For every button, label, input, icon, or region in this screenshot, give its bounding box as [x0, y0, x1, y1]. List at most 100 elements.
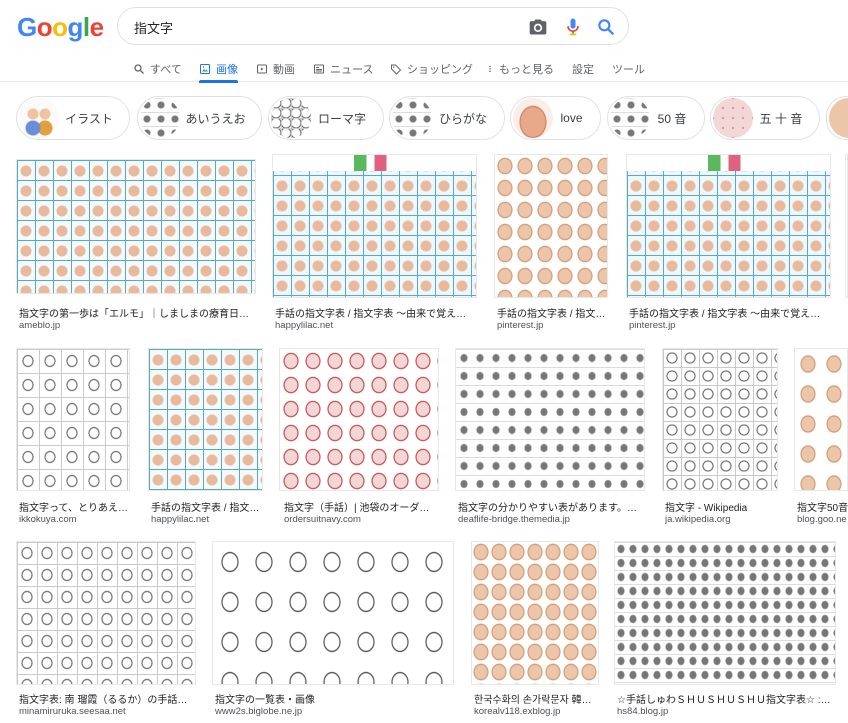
tab-all[interactable]: すべて: [133, 57, 182, 81]
result-thumbnail: [16, 348, 130, 491]
result-site: deaflife-bridge.themedia.jp: [458, 514, 570, 525]
chip-thumbnail: [829, 98, 848, 138]
result-site: pinterest.jp: [629, 320, 676, 331]
chip-next[interactable]: [826, 96, 848, 140]
chip-thumbnail: [140, 98, 180, 138]
result-site: ikkokuya.com: [19, 514, 77, 525]
result-title: 手話の指文字表 / 指文…: [151, 503, 260, 514]
image-result[interactable]: 指文字50音 blog.goo.ne: [794, 348, 848, 526]
chip-label: ローマ字: [317, 111, 366, 126]
logo-letter: o: [36, 12, 53, 42]
chip-50on[interactable]: 50 音: [607, 96, 705, 140]
result-title: 手話の指文字表 / 指文…: [497, 309, 606, 320]
chip-thumbnail: [513, 98, 553, 138]
camera-icon[interactable]: [528, 17, 548, 37]
result-title: 手話の指文字表 / 指文字表 〜由来で覚え…: [629, 309, 821, 320]
chip-thumbnail: [713, 98, 753, 138]
result-title: 한국수화의 손가락문자 韓国…: [474, 695, 598, 706]
result-title: 指文字って、とりあえ…: [19, 503, 128, 514]
chip-aiueo[interactable]: あいうえお: [137, 96, 262, 140]
result-site: ordersuitnavy.com: [284, 514, 361, 525]
result-site: blog.goo.ne: [797, 514, 847, 525]
image-result[interactable]: 手話の指文字表 / 指文字表 〜由来で覚え… happylilac.net: [272, 154, 477, 331]
result-thumbnail: [626, 154, 831, 298]
image-result[interactable]: 手話の指文字表 / 指文字表 〜由来で覚え… pinterest.jp: [626, 154, 831, 331]
tab-tools[interactable]: ツール: [612, 57, 645, 81]
result-title: 手話の指文字表 / 指文字表 〜由来で覚え…: [275, 309, 467, 320]
chip-gojuon[interactable]: 五 十 音: [710, 96, 820, 140]
image-result[interactable]: ☆手話しゅわＳＨＵＳＨＵＳＨＵ指文字表☆ :… hs84.blog.jp: [614, 541, 836, 721]
search-icon[interactable]: [596, 17, 616, 37]
search-tabs: すべて 画像 動画 ニュース ショッピング もっと見る 設定 ツール: [0, 52, 848, 83]
tab-label: ニュース: [330, 64, 374, 76]
chip-label: love: [560, 111, 583, 125]
tab-label: 動画: [273, 64, 295, 76]
result-thumbnail: [272, 154, 477, 298]
chip-illustration[interactable]: イラスト: [16, 96, 130, 140]
tab-settings[interactable]: 設定: [572, 57, 594, 81]
image-result[interactable]: 手話の指文字表 / 指文… happylilac.net: [148, 348, 263, 526]
chip-label: 50 音: [657, 111, 687, 126]
result-thumbnail: [279, 348, 439, 491]
logo-letter: l: [82, 12, 90, 42]
tab-news[interactable]: ニュース: [313, 57, 373, 81]
chip-label: 五 十 音: [759, 111, 803, 126]
tab-label: もっと見る: [499, 64, 554, 76]
result-thumbnail: [494, 154, 608, 298]
chip-label: ひらがな: [438, 111, 487, 126]
result-site: ameblo.jp: [19, 320, 61, 331]
chip-label: あいうえお: [185, 111, 246, 126]
image-icon: [200, 64, 210, 74]
tab-videos[interactable]: 動画: [256, 57, 295, 81]
result-thumbnail: [471, 541, 599, 685]
result-title: ☆手話しゅわＳＨＵＳＨＵＳＨＵ指文字表☆ :…: [617, 695, 831, 706]
search-input[interactable]: 指文字: [134, 18, 173, 37]
tab-label: 画像: [216, 64, 238, 76]
logo-letter: g: [67, 12, 84, 42]
image-result[interactable]: 手話の指文字表 / 指文… pinterest.jp: [494, 154, 608, 331]
tab-more[interactable]: もっと見る: [486, 57, 554, 81]
google-logo[interactable]: Google: [17, 12, 104, 43]
image-result[interactable]: 指文字の一覧表・画像 www2s.biglobe.ne.jp: [212, 541, 454, 721]
chip-thumbnail: [610, 98, 650, 138]
logo-letter: o: [52, 12, 68, 42]
mic-icon[interactable]: [563, 17, 583, 37]
result-site: pinterest.jp: [497, 320, 544, 331]
tab-label: すべて: [150, 64, 182, 76]
result-thumbnail: [16, 541, 196, 685]
search-box[interactable]: 指文字: [117, 7, 629, 45]
result-title: 指文字の一覧表・画像: [215, 695, 315, 706]
result-site: happylilac.net: [151, 514, 210, 525]
chip-love[interactable]: love: [510, 96, 601, 140]
result-thumbnail: [662, 348, 778, 491]
tag-icon: [391, 64, 402, 75]
tab-images[interactable]: 画像: [199, 57, 238, 83]
image-result[interactable]: 指文字って、とりあえ… ikkokuya.com: [16, 348, 130, 526]
result-title: 指文字（手話）| 池袋のオーダ…: [284, 503, 430, 514]
logo-letter: G: [17, 12, 37, 42]
result-thumbnail: [614, 541, 836, 685]
image-result[interactable]: 指文字表: 南 瑠霞（るるか）の手話… minamiruruka.seesaa.…: [16, 541, 196, 721]
result-site: korealv118.exblog.jp: [474, 706, 561, 717]
result-title: 指文字表: 南 瑠霞（るるか）の手話…: [19, 695, 188, 706]
result-title: 指文字の第一歩は「エルモ」｜しましまの療育日…: [19, 309, 249, 320]
chip-thumbnail: [19, 98, 59, 138]
chip-romaji[interactable]: ローマ字: [268, 96, 384, 140]
image-result[interactable]: 指文字の第一歩は「エルモ」｜しましまの療育日… ameblo.jp: [16, 159, 256, 331]
search-icon: [134, 64, 144, 74]
logo-letter: e: [89, 12, 104, 42]
image-result[interactable]: 한국수화의 손가락문자 韓国… korealv118.exblog.jp: [471, 541, 599, 721]
result-title: 指文字の分かりやすい表があります。…: [458, 503, 637, 514]
chip-hiragana[interactable]: ひらがな: [389, 96, 505, 140]
image-result[interactable]: 指文字 - Wikipedia ja.wikipedia.org: [662, 348, 778, 526]
result-site: hs84.blog.jp: [617, 706, 669, 717]
chip-thumbnail: [271, 98, 311, 138]
video-icon: [257, 64, 267, 74]
image-result[interactable]: 指文字（手話）| 池袋のオーダ… ordersuitnavy.com: [279, 348, 439, 526]
result-thumbnail: [16, 159, 256, 294]
news-icon: [314, 64, 324, 74]
result-site: www2s.biglobe.ne.jp: [215, 706, 303, 717]
image-result[interactable]: 指文字の分かりやすい表があります。… deaflife-bridge.theme…: [455, 348, 645, 526]
result-thumbnail: [212, 541, 454, 685]
tab-shopping[interactable]: ショッピング: [390, 57, 473, 81]
